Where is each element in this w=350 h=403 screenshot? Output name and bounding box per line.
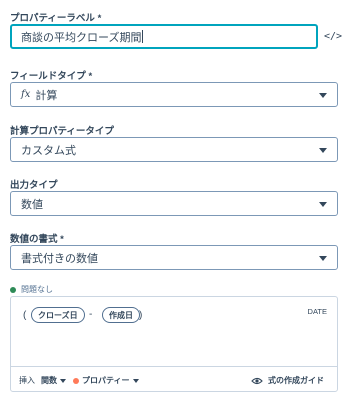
property-label-heading: プロパティーラベル *: [10, 13, 102, 24]
properties-label: プロパティー: [82, 376, 130, 385]
formula-token-close-date[interactable]: クローズ日: [31, 307, 85, 323]
calc-type-value: カスタム式: [21, 144, 76, 157]
function-icon: fx: [21, 89, 31, 100]
property-label-input[interactable]: 商談の平均クローズ期間: [10, 24, 318, 49]
number-format-select[interactable]: 書式付きの数値: [10, 245, 338, 270]
functions-menu[interactable]: 関数: [41, 375, 66, 386]
field-type-select[interactable]: fx 計算: [10, 82, 338, 107]
close-paren: ): [139, 310, 143, 321]
calc-type-heading: 計算プロパティータイプ: [10, 126, 114, 137]
formula-operator: -: [89, 309, 93, 320]
insert-label: 挿入: [19, 376, 35, 385]
text-caret: [142, 30, 144, 43]
caret-down-icon: [132, 378, 139, 383]
eye-icon: [251, 377, 263, 384]
field-type-value: 計算: [35, 89, 58, 102]
code-icon[interactable]: </>: [324, 31, 342, 42]
output-type-select[interactable]: 数値: [10, 191, 338, 216]
formula-editor[interactable]: ( クローズ日 - 作成日 ) DATE 挿入 関数 プロパティー 式の作成ガイ…: [10, 296, 338, 392]
return-type-tag: DATE: [307, 307, 327, 316]
formula-guide-link[interactable]: 式の作成ガイド: [251, 375, 324, 386]
property-label-value: 商談の平均クローズ期間: [21, 31, 142, 44]
number-format-value: 書式付きの数値: [21, 252, 98, 265]
properties-menu[interactable]: プロパティー: [73, 375, 139, 386]
formula-editor-body[interactable]: ( クローズ日 - 作成日 ) DATE: [11, 297, 337, 366]
chevron-down-icon: [319, 93, 327, 98]
status-dot-icon: [10, 286, 16, 293]
chevron-down-icon: [319, 256, 327, 261]
chevron-down-icon: [319, 202, 327, 207]
calc-type-select[interactable]: カスタム式: [10, 137, 338, 162]
formula-token-create-date[interactable]: 作成日: [102, 307, 140, 323]
formula-status: 問題なし: [10, 284, 53, 295]
output-type-value: 数値: [21, 198, 43, 211]
property-icon: [73, 377, 79, 384]
functions-label: 関数: [41, 376, 57, 385]
formula-guide-label: 式の作成ガイド: [268, 376, 324, 385]
chevron-down-icon: [319, 148, 327, 153]
open-paren: (: [23, 310, 27, 321]
formula-editor-footer: 挿入 関数 プロパティー 式の作成ガイド: [11, 366, 337, 392]
number-format-heading: 数値の書式 *: [10, 234, 64, 245]
status-text: 問題なし: [21, 285, 53, 294]
output-type-heading: 出力タイプ: [10, 180, 58, 191]
caret-down-icon: [60, 378, 66, 383]
field-type-heading: フィールドタイプ *: [10, 71, 93, 82]
